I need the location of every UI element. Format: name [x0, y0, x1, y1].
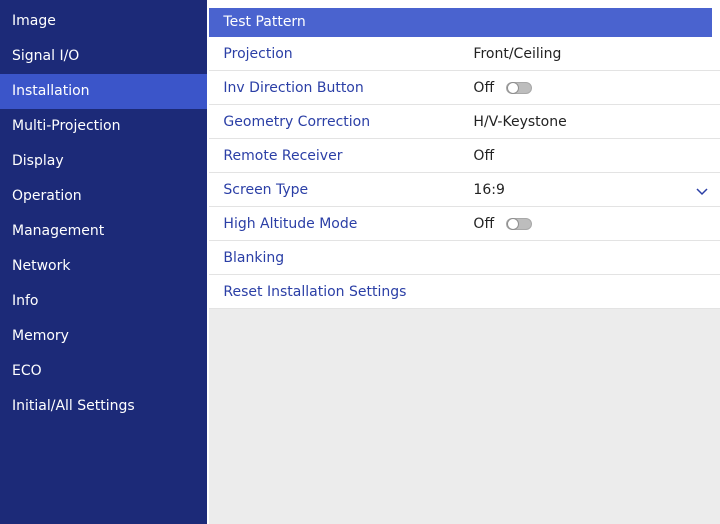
sidebar-item-display[interactable]: Display — [0, 144, 207, 179]
settings-row-blanking[interactable]: Blanking — [209, 241, 720, 275]
sidebar-item-initial-all-settings[interactable]: Initial/All Settings — [0, 389, 207, 424]
row-value: Front/Ceiling — [473, 46, 720, 62]
row-label: High Altitude Mode — [223, 215, 358, 232]
row-label: Inv Direction Button — [223, 79, 364, 96]
row-label: Remote Receiver — [223, 147, 343, 164]
row-label: Projection — [223, 45, 293, 62]
settings-list: Projection Front/Ceiling Inv Direction B… — [209, 37, 720, 309]
value-text: Off — [473, 79, 495, 96]
settings-row-high-altitude-mode[interactable]: High Altitude Mode Off — [209, 207, 720, 241]
chevron-down-icon[interactable] — [696, 185, 708, 195]
row-value: Off — [473, 216, 720, 232]
row-label: Geometry Correction — [223, 113, 371, 130]
sidebar-item-operation[interactable]: Operation — [0, 179, 207, 214]
row-value: H/V-Keystone — [473, 114, 720, 130]
value-text: Front/Ceiling — [473, 45, 562, 62]
row-value: 16:9 — [473, 182, 720, 198]
settings-panel: Test Pattern Projection Front/Ceiling In… — [209, 0, 720, 524]
sidebar-item-management[interactable]: Management — [0, 214, 207, 249]
row-label: Screen Type — [223, 181, 309, 198]
row-value: Off — [473, 148, 720, 164]
sidebar-item-installation[interactable]: Installation — [0, 74, 208, 109]
row-value: Off — [473, 80, 720, 96]
sidebar-item-multi-projection[interactable]: Multi-Projection — [0, 109, 207, 144]
sidebar: Image Signal I/O Installation Multi-Proj… — [0, 0, 208, 524]
settings-row-remote-receiver[interactable]: Remote Receiver Off — [209, 139, 720, 173]
sidebar-item-image[interactable]: Image — [0, 4, 207, 39]
value-text: Off — [473, 215, 495, 232]
settings-row-screen-type[interactable]: Screen Type 16:9 — [209, 173, 720, 207]
sidebar-item-network[interactable]: Network — [0, 249, 207, 284]
chevron-down-icon-svg — [696, 187, 708, 195]
projector-menu-screen: Image Signal I/O Installation Multi-Proj… — [0, 0, 720, 524]
sidebar-item-memory[interactable]: Memory — [0, 319, 207, 354]
settings-row-projection[interactable]: Projection Front/Ceiling — [209, 37, 720, 71]
settings-row-inv-direction-button[interactable]: Inv Direction Button Off — [209, 71, 720, 105]
row-label: Blanking — [223, 249, 285, 266]
toggle-switch-icon[interactable] — [506, 217, 533, 230]
empty-panel-area — [209, 309, 720, 524]
value-text: Off — [473, 147, 495, 164]
settings-row-reset-installation-settings[interactable]: Reset Installation Settings — [209, 275, 720, 309]
value-text: 16:9 — [473, 181, 505, 198]
test-pattern-item[interactable]: Test Pattern — [209, 8, 712, 37]
settings-row-geometry-correction[interactable]: Geometry Correction H/V-Keystone — [209, 105, 720, 139]
toggle-switch-icon[interactable] — [506, 81, 533, 94]
sidebar-item-eco[interactable]: ECO — [0, 354, 207, 389]
sidebar-item-info[interactable]: Info — [0, 284, 207, 319]
sidebar-item-signal-io[interactable]: Signal I/O — [0, 39, 207, 74]
row-label: Reset Installation Settings — [223, 283, 407, 300]
value-text: H/V-Keystone — [473, 113, 567, 130]
